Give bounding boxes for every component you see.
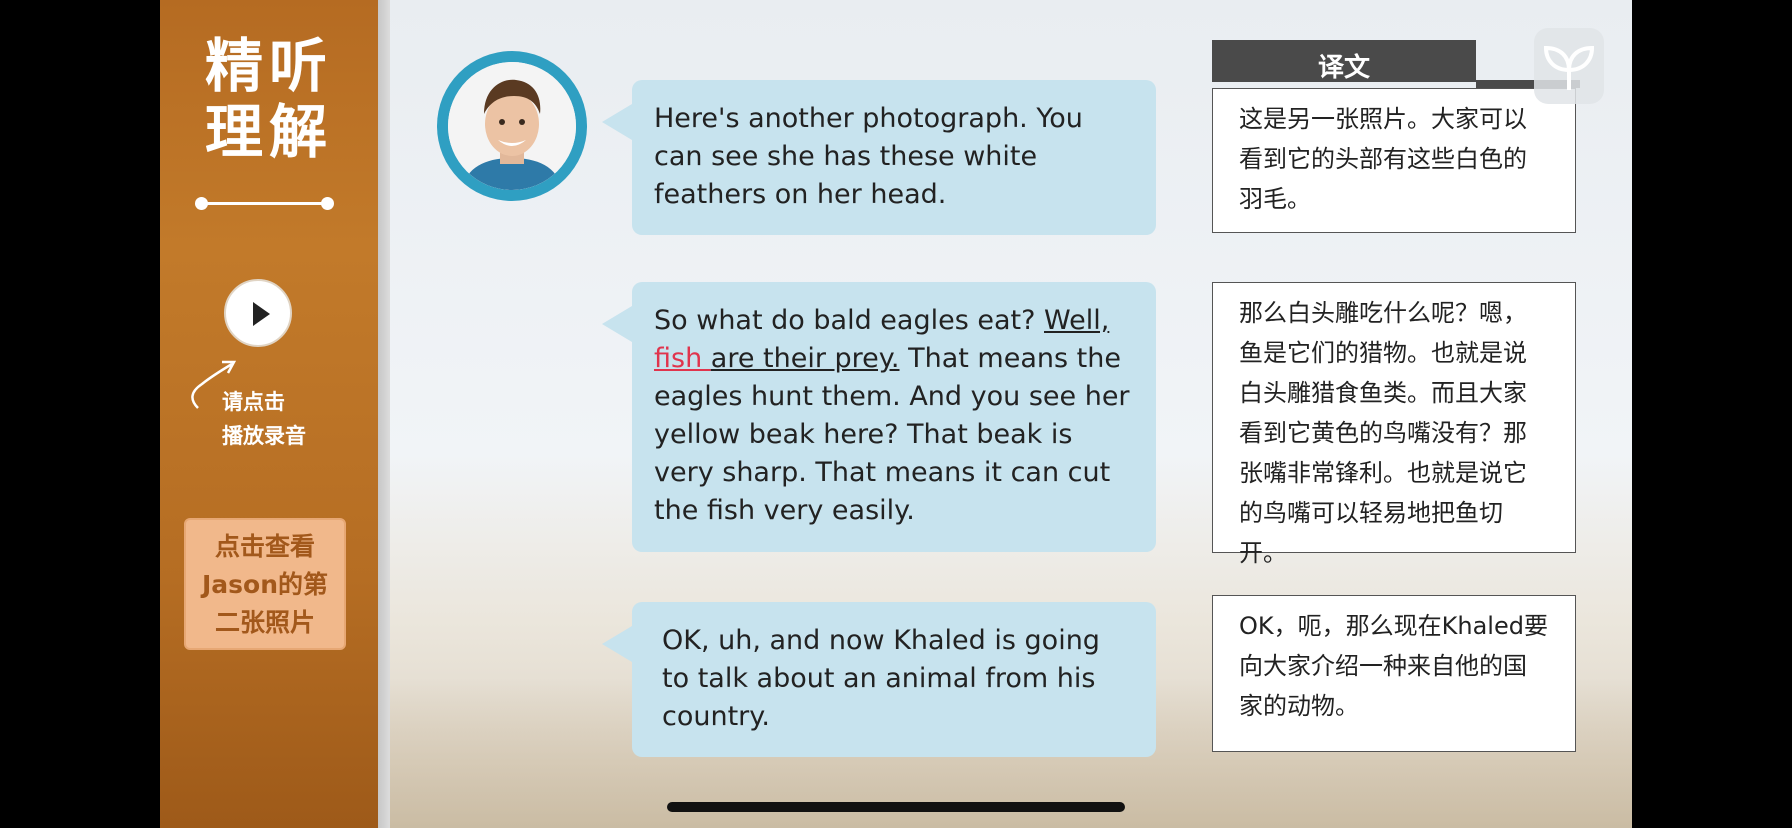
- home-indicator[interactable]: [667, 802, 1125, 812]
- dialogue-bubble-2: So what do bald eagles eat? Well, fish a…: [602, 282, 1156, 552]
- person-photo: [448, 62, 576, 190]
- play-hint-line1: 请点击: [222, 390, 285, 414]
- dialogue-text-1: Here's another photograph. You can see s…: [654, 103, 1083, 210]
- dialogue-bubble-1: Here's another photograph. You can see s…: [602, 80, 1156, 235]
- translation-panel-1: 这是另一张照片。大家可以看到它的头部有这些白色的羽毛。: [1212, 88, 1576, 233]
- play-audio-button[interactable]: [224, 279, 292, 347]
- section-title-line1: 精听: [204, 32, 333, 100]
- section-title-line2: 理解: [204, 98, 333, 166]
- dialogue-text-2-underlined-2: are their prey.: [710, 343, 900, 374]
- translation-text-2: 那么白头雕吃什么呢？嗯，鱼是它们的猎物。也就是说白头雕猎食鱼类。而且大家看到它黄…: [1239, 299, 1527, 567]
- translation-panel-3: OK，呃，那么现在Khaled要向大家介绍一种来自他的国家的动物。: [1212, 595, 1576, 752]
- view-photo-label-line1: 点击查看: [214, 532, 315, 561]
- dialogue-text-3: OK, uh, and now Khaled is going to talk …: [662, 625, 1100, 732]
- sprout-logo-icon: [1534, 28, 1604, 104]
- translation-header: 译文: [1212, 40, 1476, 83]
- translation-text-3: OK，呃，那么现在Khaled要向大家介绍一种来自他的国家的动物。: [1239, 612, 1548, 720]
- translation-panel-2: 那么白头雕吃什么呢？嗯，鱼是它们的猎物。也就是说白头雕猎食鱼类。而且大家看到它黄…: [1212, 282, 1576, 567]
- dialogue-bubble-3: OK, uh, and now Khaled is going to talk …: [602, 602, 1156, 757]
- highlighted-word: fish: [654, 343, 711, 374]
- translation-text-1: 这是另一张照片。大家可以看到它的头部有这些白色的羽毛。: [1239, 105, 1527, 213]
- play-icon: [253, 302, 270, 326]
- speaker-avatar: [437, 51, 587, 201]
- play-hint-line2: 播放录音: [222, 424, 306, 448]
- dialogue-text-2-underlined-1: Well,: [1044, 305, 1110, 336]
- title-divider: [200, 202, 328, 205]
- sidebar: 精听 理解 请点击 播放录音 点击查看 Jason的第 二张照片: [160, 0, 378, 828]
- view-second-photo-button[interactable]: 点击查看 Jason的第 二张照片: [184, 518, 346, 650]
- lesson-screen: 精听 理解 请点击 播放录音 点击查看 Jason的第 二张照片 Here's …: [160, 0, 1632, 828]
- divider-dot-right: [321, 197, 334, 210]
- view-photo-label-line3: 二张照片: [214, 608, 315, 637]
- divider-dot-left: [195, 197, 208, 210]
- sidebar-edge: [378, 0, 390, 828]
- view-photo-label-line2: Jason的第: [201, 570, 329, 599]
- dialogue-text-2-before: So what do bald eagles eat?: [654, 305, 1045, 336]
- sprout-logo-shape: [1543, 45, 1595, 90]
